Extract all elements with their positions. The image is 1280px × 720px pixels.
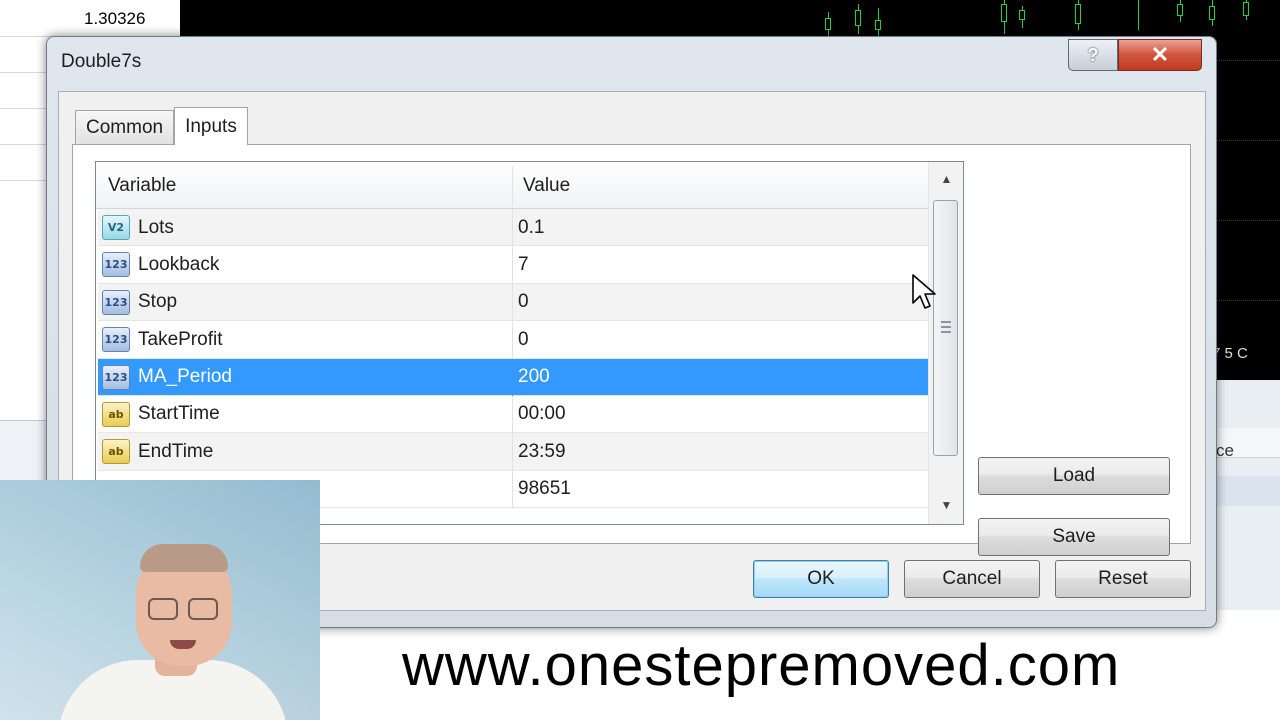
table-row[interactable]: ab EndTime 23:59	[98, 433, 929, 471]
save-button[interactable]: Save	[978, 518, 1170, 556]
integer-type-icon: 123	[102, 252, 130, 278]
help-icon: ?	[1087, 44, 1099, 65]
table-row[interactable]: 123 Lookback 7	[98, 246, 929, 284]
close-button[interactable]: ✕	[1118, 39, 1202, 71]
variable-value[interactable]: 7	[518, 246, 529, 283]
integer-type-icon: 123	[102, 327, 130, 353]
webcam-overlay	[0, 480, 320, 720]
variable-value[interactable]: 0	[518, 284, 529, 321]
help-button[interactable]: ?	[1068, 39, 1118, 71]
grip-icon	[941, 321, 951, 333]
time-axis-fragment: 7 5 C	[1212, 345, 1248, 362]
tab-strip: Common Inputs	[75, 106, 248, 145]
tab-inputs[interactable]: Inputs	[174, 107, 248, 145]
grid-header: Variable Value	[96, 162, 929, 209]
table-row[interactable]: V2 Lots 0.1	[98, 209, 929, 247]
price-label: 1.30326	[84, 9, 146, 28]
caption-buttons: ? ✕	[1068, 39, 1202, 71]
table-row[interactable]: 123 Stop 0	[98, 283, 929, 322]
variable-name: EndTime	[138, 440, 214, 462]
inputs-grid: Variable Value V2 Lots 0.1 123 Lookback	[95, 161, 964, 525]
string-type-icon: ab	[102, 439, 130, 465]
variable-name: StartTime	[138, 403, 220, 425]
variable-value[interactable]: 0	[518, 321, 529, 358]
variable-value[interactable]: 23:59	[518, 433, 566, 470]
grid-rows: V2 Lots 0.1 123 Lookback 7 123 Stop 0 12…	[98, 209, 929, 509]
cancel-button[interactable]: Cancel	[904, 560, 1040, 598]
variable-name: Lots	[138, 216, 174, 238]
reset-button[interactable]: Reset	[1055, 560, 1191, 598]
load-button[interactable]: Load	[978, 457, 1170, 495]
dialog-title: Double7s	[61, 51, 142, 72]
scroll-up-icon[interactable]: ▲	[929, 164, 963, 194]
integer-type-icon: 123	[102, 289, 130, 315]
vertical-scrollbar[interactable]: ▲ ▼	[928, 162, 963, 524]
variable-value[interactable]: 0.1	[518, 209, 544, 246]
variable-value[interactable]: 98651	[518, 471, 571, 508]
integer-type-icon: 123	[102, 364, 130, 390]
variable-value[interactable]: 00:00	[518, 396, 566, 433]
column-header-value[interactable]: Value	[523, 162, 570, 209]
close-icon: ✕	[1150, 42, 1170, 67]
variable-name: Stop	[138, 291, 178, 313]
table-row-selected[interactable]: 123 MA_Period 200	[98, 358, 929, 396]
ok-button[interactable]: OK	[753, 560, 889, 598]
table-row[interactable]: 123 TakeProfit 0	[98, 321, 929, 359]
string-type-icon: ab	[102, 401, 130, 427]
terminal-fragment-text: ce	[1216, 441, 1234, 460]
table-row[interactable]: ab StartTime 00:00	[98, 395, 929, 434]
variable-name: TakeProfit	[138, 328, 223, 350]
mouse-cursor-icon	[912, 274, 936, 309]
background-terminal-panel	[1212, 380, 1280, 610]
variable-name: Lookback	[138, 253, 220, 275]
tab-common[interactable]: Common	[75, 110, 175, 144]
column-header-variable[interactable]: Variable	[108, 162, 176, 209]
scroll-down-icon[interactable]: ▼	[929, 490, 963, 520]
scrollbar-thumb[interactable]	[933, 200, 958, 456]
variable-name: MA_Period	[138, 366, 232, 388]
variable-value[interactable]: 200	[518, 359, 550, 396]
website-watermark: www.onestepremoved.com	[402, 633, 1121, 698]
double-type-icon: V2	[102, 215, 130, 240]
